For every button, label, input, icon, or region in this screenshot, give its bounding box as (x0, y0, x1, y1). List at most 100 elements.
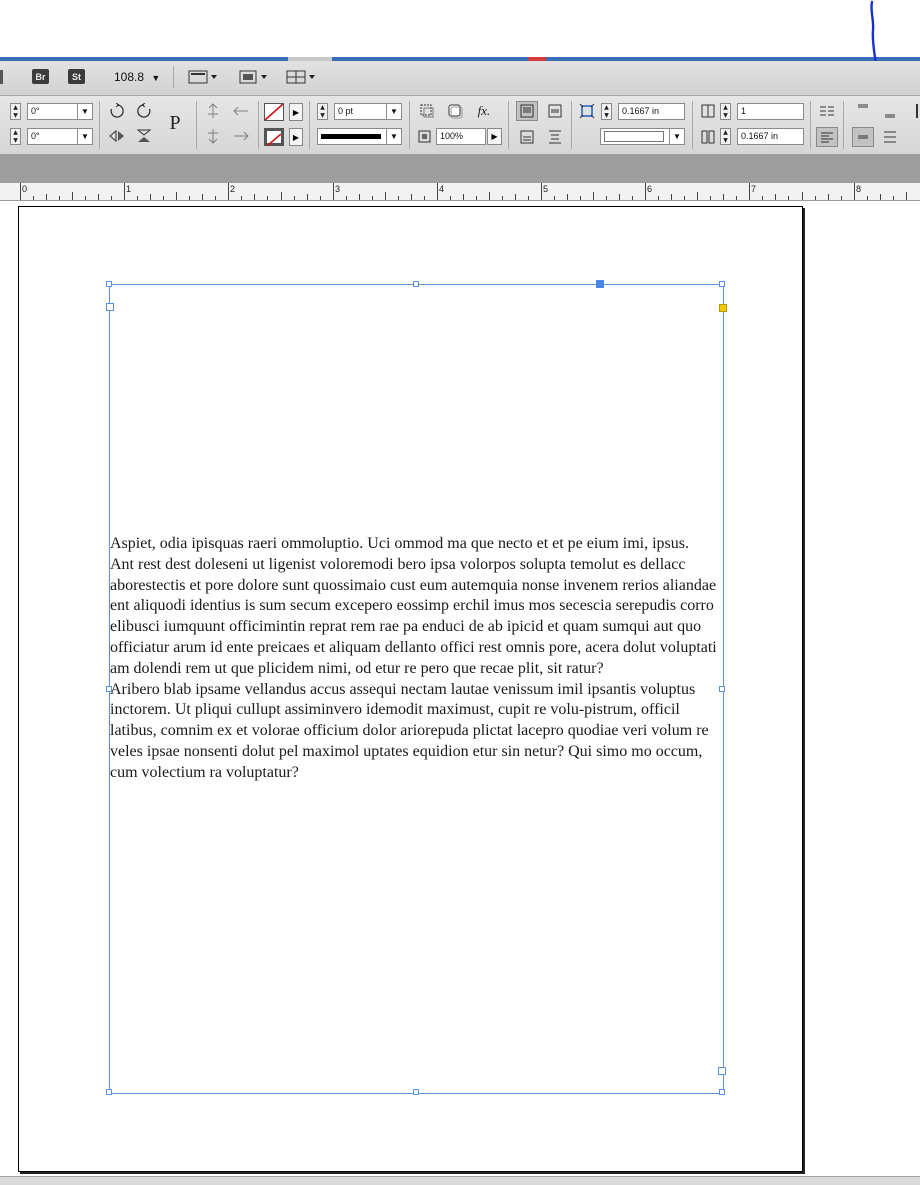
select-previous-icon (233, 106, 248, 116)
opacity-icon-box (414, 127, 436, 147)
align-center-button[interactable] (544, 101, 566, 121)
shadow-box-button[interactable] (444, 101, 466, 121)
inset-bottom-field[interactable]: 0.1667 in (737, 128, 804, 145)
triangle-right-icon: ▶ (491, 132, 498, 141)
bridge-label: Br (35, 71, 46, 82)
chevron-down-icon[interactable]: ▼ (77, 104, 92, 119)
stroke-menu-button[interactable]: ▶ (289, 128, 303, 146)
paragraph[interactable]: Aribero blab ipsame vellandus accus asse… (110, 680, 722, 784)
vertical-align-top-button[interactable] (852, 99, 874, 119)
bridge-button[interactable]: Br (32, 69, 49, 84)
stroke-type-dropdown[interactable]: ▼ (317, 128, 402, 145)
frame-handle-top-center[interactable] (413, 281, 419, 287)
frame-handle-bottom-center[interactable] (413, 1089, 419, 1095)
ruler-label: 8 (856, 184, 862, 194)
arrange-documents-button[interactable] (286, 69, 318, 89)
frame-in-port[interactable] (596, 280, 604, 288)
align-center-vertical-icon (548, 104, 562, 118)
flip-vertical-button[interactable] (133, 126, 155, 146)
story-text[interactable]: Aspiet, odia ipisquas raeri ommoluptio. … (110, 534, 722, 784)
ruler-tick (72, 192, 73, 200)
flip-horizontal-button[interactable] (106, 126, 128, 146)
rotate-ccw-button[interactable] (133, 101, 155, 121)
frame-in-port-box[interactable] (106, 303, 114, 311)
paragraph[interactable]: Aspiet, odia ipisquas raeri ommoluptio. … (110, 534, 722, 555)
align-bottom-button[interactable] (516, 127, 538, 147)
chevron-down-icon[interactable]: ▼ (386, 129, 401, 144)
view-options-icon (188, 70, 217, 84)
chevron-down-icon[interactable]: ▼ (669, 129, 684, 144)
control-divider (309, 101, 310, 149)
inset-top-stepper[interactable]: ▲ ▼ (601, 103, 612, 120)
chevron-down-icon[interactable]: ▼ (386, 104, 401, 119)
view-options-button[interactable] (188, 69, 220, 89)
fill-menu-button[interactable]: ▶ (289, 103, 303, 121)
frame-handle-bottom-left[interactable] (106, 1089, 112, 1095)
stock-button[interactable]: St (68, 69, 85, 84)
rotate-angle-value: 0° (31, 106, 40, 116)
drop-shadow-button[interactable] (416, 101, 438, 121)
ruler-tick (463, 194, 464, 200)
stroke-weight-stepper[interactable]: ▲ ▼ (317, 103, 328, 120)
select-next-button[interactable] (230, 126, 252, 146)
rotate-stepper[interactable]: ▲ ▼ (10, 103, 21, 120)
horizontal-ruler[interactable]: 0 1 2 3 4 5 6 7 8 (0, 183, 920, 201)
justify-vertical-button[interactable] (544, 127, 566, 147)
frame-handle-top-right[interactable] (719, 281, 725, 287)
select-container-icon (208, 103, 218, 118)
rotate-cw-icon (110, 103, 124, 118)
span-columns-button[interactable] (816, 101, 838, 121)
ruler-tick (137, 196, 138, 200)
fill-swatch[interactable] (264, 103, 284, 121)
ruler-tick (580, 196, 581, 200)
control-divider (843, 101, 844, 149)
frame-out-port[interactable] (718, 1067, 726, 1075)
ruler-tick (684, 196, 685, 200)
ruler-tick (372, 196, 373, 200)
frame-handle-bottom-right[interactable] (719, 1089, 725, 1095)
ruler-tick (20, 183, 21, 200)
align-left-button[interactable] (816, 127, 838, 147)
inset-top-field[interactable]: 0.1667 in (618, 103, 685, 120)
inset-bottom-stepper[interactable]: ▲ ▼ (720, 128, 731, 145)
columns-field[interactable]: 1 (737, 103, 804, 120)
vertical-align-bottom-button[interactable] (879, 103, 901, 123)
opacity-menu-button[interactable]: ▶ (487, 128, 502, 145)
frame-handle-top-left[interactable] (106, 281, 112, 287)
select-previous-button[interactable] (230, 101, 252, 121)
rotate-cw-button[interactable] (106, 101, 128, 121)
frame-fitting-dropdown[interactable]: ▼ (600, 128, 685, 145)
stroke-weight-field[interactable]: 0 pt ▼ (334, 103, 402, 120)
document-tab-strip (0, 155, 920, 183)
select-container-button[interactable] (202, 101, 224, 121)
zoom-level-dropdown[interactable]: 108.8 ▼ (114, 70, 160, 84)
live-corner-widget[interactable] (719, 304, 727, 312)
ruler-tick (215, 196, 216, 200)
ruler-tick (385, 192, 386, 200)
ruler-tick (46, 194, 47, 200)
inset-top-value: 0.1667 in (622, 106, 660, 116)
paragraph[interactable]: Ant rest dest doleseni ut ligenist volor… (110, 555, 722, 680)
columns-stepper[interactable]: ▲ ▼ (720, 103, 731, 120)
shadow-box-icon (448, 104, 463, 119)
align-top-button[interactable] (516, 101, 538, 121)
opacity-field[interactable]: 100% (436, 128, 486, 145)
shear-stepper[interactable]: ▲ ▼ (10, 128, 21, 145)
vertical-justify-button[interactable] (879, 127, 901, 147)
screen-mode-button[interactable] (238, 69, 270, 89)
reference-point-p-button[interactable]: P (162, 108, 188, 138)
effects-button[interactable]: fx. (472, 101, 496, 121)
select-content-button[interactable] (202, 126, 224, 146)
ruler-tick (111, 196, 112, 200)
panel-grip[interactable] (0, 70, 3, 84)
rotate-angle-field[interactable]: 0° ▼ (27, 103, 93, 120)
ruler-tick (749, 183, 750, 200)
select-content-icon (208, 129, 218, 144)
stroke-type-preview (321, 134, 381, 139)
shear-angle-field[interactable]: 0° ▼ (27, 128, 93, 145)
ruler-tick (124, 183, 125, 200)
vertical-align-center-button[interactable] (852, 127, 874, 147)
ruler-tick (294, 196, 295, 200)
stroke-swatch[interactable] (264, 128, 284, 147)
chevron-down-icon[interactable]: ▼ (77, 129, 92, 144)
